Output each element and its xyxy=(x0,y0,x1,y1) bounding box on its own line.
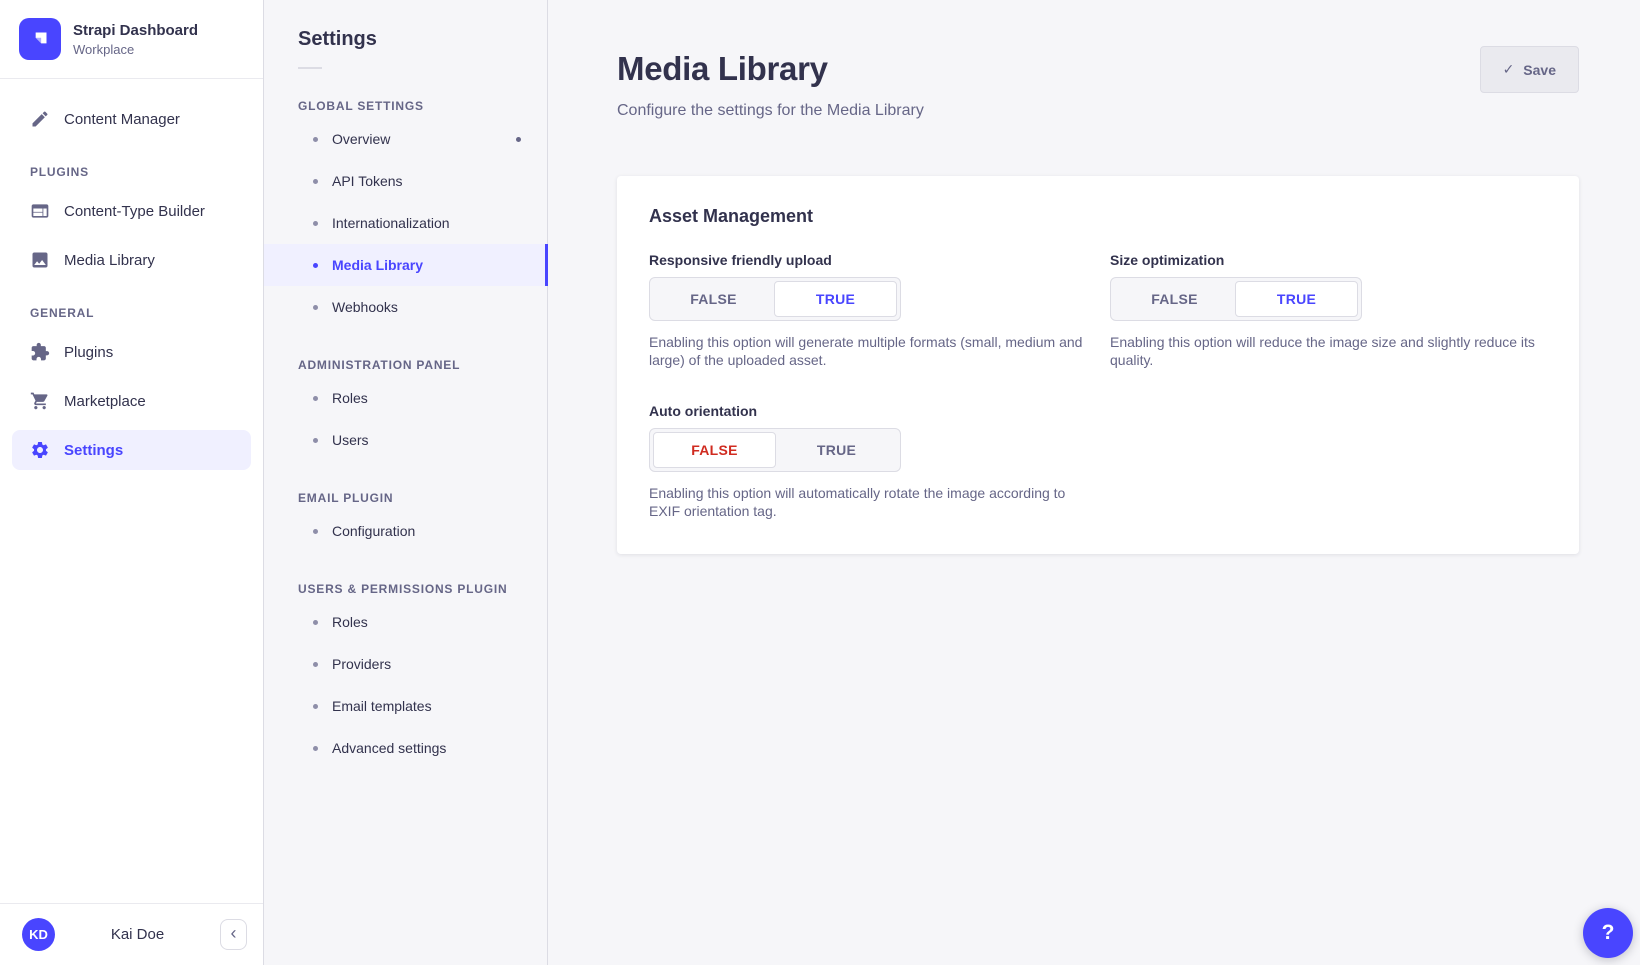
subnav-item-overview[interactable]: Overview xyxy=(264,118,547,160)
chevron-left-icon: ‹ xyxy=(231,924,237,942)
main-content: Media Library Configure the settings for… xyxy=(548,0,1640,965)
nav-section-plugins: PLUGINS xyxy=(30,165,251,179)
sidebar-item-label: Content Manager xyxy=(64,111,180,128)
asset-management-panel: Asset Management Responsive friendly upl… xyxy=(617,176,1579,554)
subnav-item-api-tokens[interactable]: API Tokens xyxy=(264,160,547,202)
subnav-item-media-library[interactable]: Media Library xyxy=(264,244,547,286)
subnav-section-users-permissions: USERS & PERMISSIONS PLUGIN xyxy=(298,582,547,596)
save-button[interactable]: ✓ Save xyxy=(1480,46,1579,93)
bullet-icon xyxy=(313,221,318,226)
brand-header: Strapi Dashboard Workplace xyxy=(0,0,263,79)
subnav-item-providers[interactable]: Providers xyxy=(264,643,547,685)
sidebar-item-label: Settings xyxy=(64,442,123,459)
bullet-icon xyxy=(313,396,318,401)
responsive-upload-toggle: FALSE TRUE xyxy=(649,277,901,321)
save-button-label: Save xyxy=(1523,62,1556,78)
workspace-name: Workplace xyxy=(73,42,198,57)
subnav-item-advanced-settings[interactable]: Advanced settings xyxy=(264,727,547,769)
user-name: Kai Doe xyxy=(63,926,212,943)
bullet-icon xyxy=(313,305,318,310)
user-footer: KD Kai Doe ‹ xyxy=(0,903,263,965)
subnav-item-email-configuration[interactable]: Configuration xyxy=(264,510,547,552)
question-mark-icon: ? xyxy=(1602,921,1615,945)
sidebar-item-label: Content-Type Builder xyxy=(64,203,205,220)
feather-pen-icon xyxy=(30,109,50,129)
sidebar-item-settings[interactable]: Settings xyxy=(12,430,251,470)
page-header-text: Media Library Configure the settings for… xyxy=(617,50,924,120)
sidebar-item-content-manager[interactable]: Content Manager xyxy=(12,99,251,139)
subnav-item-internationalization[interactable]: Internationalization xyxy=(264,202,547,244)
bullet-icon xyxy=(313,704,318,709)
bullet-icon xyxy=(313,529,318,534)
settings-grid: Responsive friendly upload FALSE TRUE En… xyxy=(649,252,1547,520)
field-size-optimization: Size optimization FALSE TRUE Enabling th… xyxy=(1110,252,1547,369)
brand-text: Strapi Dashboard Workplace xyxy=(73,22,198,57)
help-button[interactable]: ? xyxy=(1583,908,1633,958)
auto-orientation-toggle: FALSE TRUE xyxy=(649,428,901,472)
subnav-section-email-plugin: EMAIL PLUGIN xyxy=(298,491,547,505)
collapse-sidebar-button[interactable]: ‹ xyxy=(220,919,247,950)
toggle-option-false[interactable]: FALSE xyxy=(653,281,774,317)
panel-title: Asset Management xyxy=(649,206,1547,227)
subnav-divider xyxy=(298,67,322,69)
sidebar-item-marketplace[interactable]: Marketplace xyxy=(12,381,251,421)
cart-icon xyxy=(30,391,50,411)
toggle-option-false[interactable]: FALSE xyxy=(653,432,776,468)
subnav-item-admin-users[interactable]: Users xyxy=(264,419,547,461)
bullet-icon xyxy=(313,263,318,268)
field-responsive-friendly-upload: Responsive friendly upload FALSE TRUE En… xyxy=(649,252,1086,369)
bullet-icon xyxy=(313,662,318,667)
subnav-item-up-roles[interactable]: Roles xyxy=(264,601,547,643)
puzzle-icon xyxy=(30,342,50,362)
app-title: Strapi Dashboard xyxy=(73,22,198,40)
field-auto-orientation: Auto orientation FALSE TRUE Enabling thi… xyxy=(649,403,1086,520)
toggle-option-true[interactable]: TRUE xyxy=(774,281,897,317)
field-description: Enabling this option will automatically … xyxy=(649,484,1086,520)
bullet-icon xyxy=(313,438,318,443)
subnav-section-administration-panel: ADMINISTRATION PANEL xyxy=(298,358,547,372)
notification-dot xyxy=(516,137,521,142)
bullet-icon xyxy=(313,746,318,751)
field-description: Enabling this option will reduce the ima… xyxy=(1110,333,1547,369)
image-icon xyxy=(30,250,50,270)
sidebar-item-media-library[interactable]: Media Library xyxy=(12,240,251,280)
check-icon: ✓ xyxy=(1503,62,1515,78)
sidebar-item-label: Marketplace xyxy=(64,393,146,410)
gear-icon xyxy=(30,440,50,460)
bullet-icon xyxy=(313,179,318,184)
layout-icon xyxy=(30,201,50,221)
subnav-item-admin-roles[interactable]: Roles xyxy=(264,377,547,419)
toggle-option-true[interactable]: TRUE xyxy=(1235,281,1358,317)
subnav-section-global-settings: GLOBAL SETTINGS xyxy=(298,99,547,113)
subnav-item-email-templates[interactable]: Email templates xyxy=(264,685,547,727)
sidebar-item-label: Media Library xyxy=(64,252,155,269)
sidebar-item-label: Plugins xyxy=(64,344,113,361)
subnav-title: Settings xyxy=(298,28,547,51)
settings-subnav: Settings GLOBAL SETTINGS Overview API To… xyxy=(264,0,548,965)
sidebar-item-plugins[interactable]: Plugins xyxy=(12,332,251,372)
toggle-option-true[interactable]: TRUE xyxy=(776,432,897,468)
bullet-icon xyxy=(313,620,318,625)
bullet-icon xyxy=(313,137,318,142)
toggle-option-false[interactable]: FALSE xyxy=(1114,281,1235,317)
size-optimization-toggle: FALSE TRUE xyxy=(1110,277,1362,321)
field-description: Enabling this option will generate multi… xyxy=(649,333,1086,369)
page-header: Media Library Configure the settings for… xyxy=(617,0,1579,120)
avatar: KD xyxy=(22,918,55,951)
field-label: Responsive friendly upload xyxy=(649,252,1086,268)
subnav-item-webhooks[interactable]: Webhooks xyxy=(264,286,547,328)
page-title: Media Library xyxy=(617,50,924,88)
main-sidebar: Strapi Dashboard Workplace Content Manag… xyxy=(0,0,264,965)
strapi-logo-icon xyxy=(19,18,61,60)
nav-section-general: GENERAL xyxy=(30,306,251,320)
main-nav-list: Content Manager PLUGINS Content-Type Bui… xyxy=(0,79,263,903)
page-subtitle: Configure the settings for the Media Lib… xyxy=(617,102,924,120)
field-label: Auto orientation xyxy=(649,403,1086,419)
field-label: Size optimization xyxy=(1110,252,1547,268)
sidebar-item-content-type-builder[interactable]: Content-Type Builder xyxy=(12,191,251,231)
